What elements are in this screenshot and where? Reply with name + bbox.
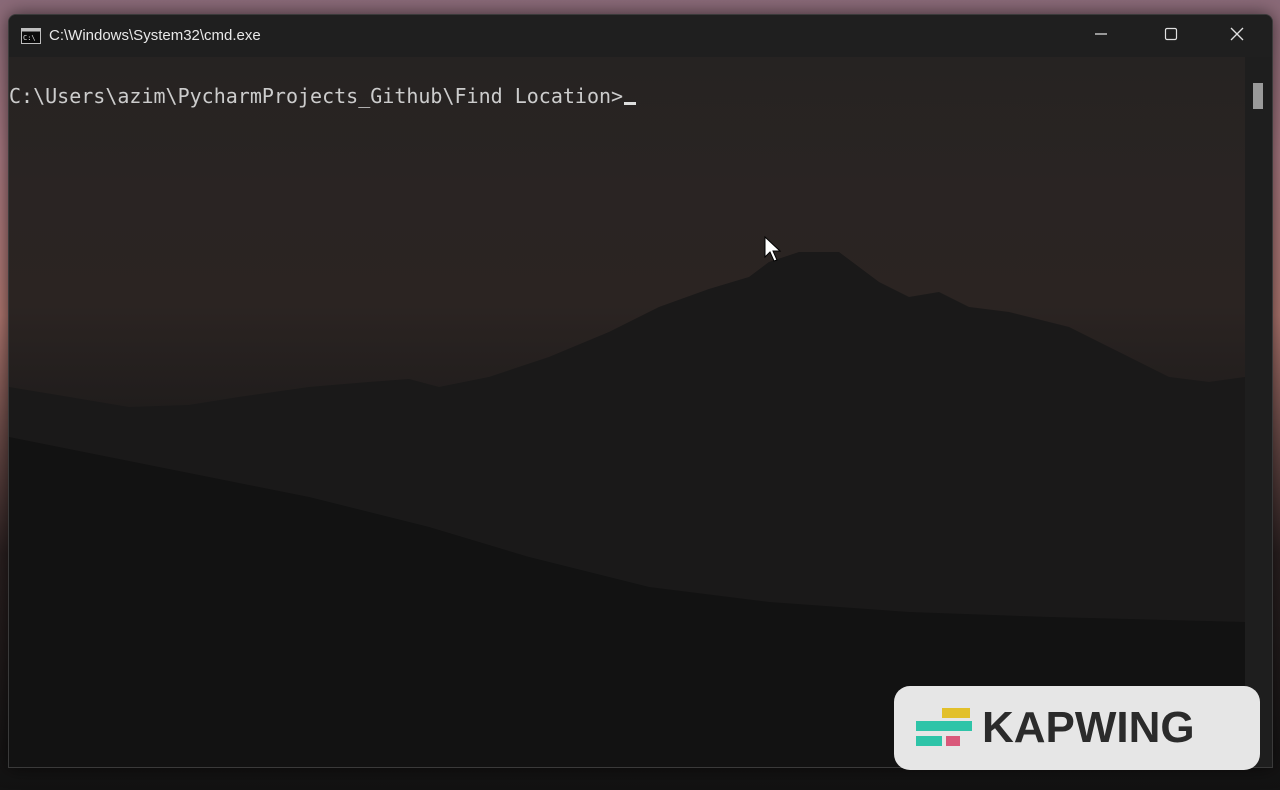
vertical-scrollbar[interactable] (1245, 57, 1272, 767)
minimize-icon (1093, 26, 1109, 47)
title-bar[interactable]: C:\ C:\Windows\System32\cmd.exe (9, 15, 1272, 57)
command-prompt[interactable]: C:\Users\azim\PycharmProjects_Github\Fin… (9, 84, 637, 108)
cmd-icon: C:\ (21, 28, 41, 44)
mouse-pointer-icon (764, 235, 782, 264)
close-icon (1229, 26, 1245, 47)
mountain-silhouette (9, 252, 1245, 767)
close-button[interactable] (1202, 15, 1272, 57)
window-title: C:\Windows\System32\cmd.exe (49, 27, 261, 44)
console-area[interactable]: C:\Users\azim\PycharmProjects_Github\Fin… (9, 57, 1245, 767)
text-cursor (624, 102, 637, 105)
kapwing-logo-icon (916, 708, 974, 748)
minimize-button[interactable] (1066, 15, 1136, 57)
kapwing-watermark: KAPWING (894, 686, 1260, 770)
cmd-window: C:\ C:\Windows\System32\cmd.exe C:\Users… (8, 14, 1273, 768)
kapwing-wordmark: KAPWING (982, 703, 1195, 752)
svg-text:C:\: C:\ (23, 34, 36, 42)
scrollbar-thumb[interactable] (1253, 83, 1263, 109)
maximize-icon (1163, 26, 1179, 47)
maximize-button[interactable] (1136, 15, 1206, 57)
prompt-text: C:\Users\azim\PycharmProjects_Github\Fin… (9, 84, 624, 108)
